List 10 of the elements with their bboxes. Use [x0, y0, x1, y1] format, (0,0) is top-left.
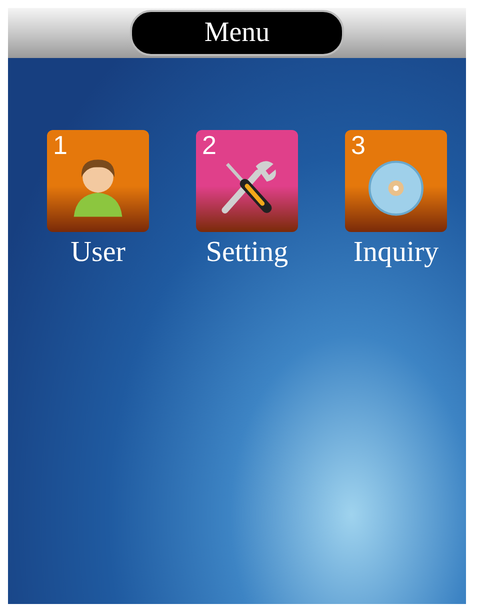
tile-number: 3 — [351, 130, 366, 161]
menu-label: Setting — [206, 236, 288, 269]
window-title: Menu — [130, 10, 344, 56]
menu-tile[interactable]: 2 — [196, 130, 298, 232]
tile-number: 2 — [202, 130, 216, 161]
menu-tile[interactable]: 1 — [47, 130, 149, 232]
menu-label: User — [70, 236, 126, 269]
menu-label: Inquiry — [353, 236, 439, 269]
tile-number: 1 — [53, 130, 68, 161]
menu-tile[interactable]: 3 — [345, 130, 447, 232]
